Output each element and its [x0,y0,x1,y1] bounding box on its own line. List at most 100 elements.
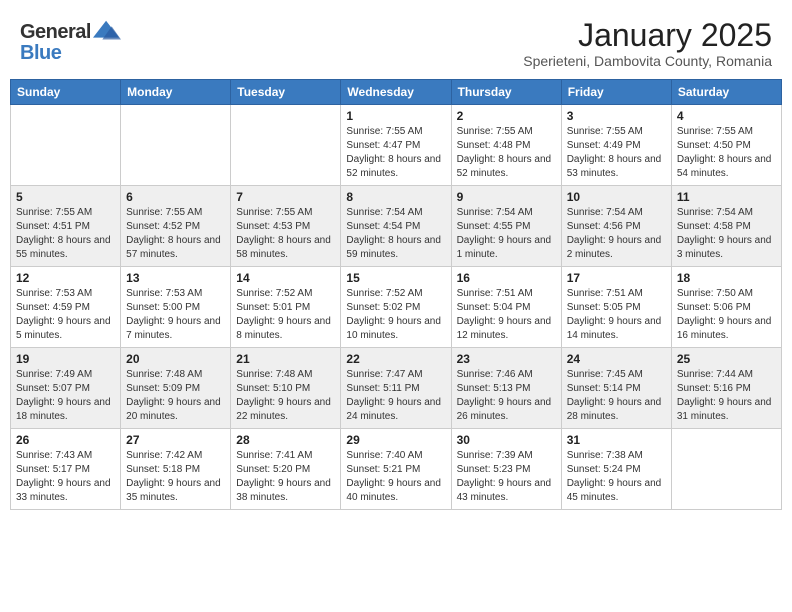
logo: General Blue [20,18,121,65]
day-info: Sunrise: 7:46 AM Sunset: 5:13 PM Dayligh… [457,368,556,424]
day-number: 7 [236,190,335,204]
table-row: 14 Sunrise: 7:52 AM Sunset: 5:01 PM Dayli… [231,267,341,348]
day-number: 2 [457,109,556,123]
table-row: 9 Sunrise: 7:54 AM Sunset: 4:55 PM Daylig… [451,186,561,267]
day-info: Sunrise: 7:52 AM Sunset: 5:01 PM Dayligh… [236,287,335,343]
day-info: Sunrise: 7:54 AM Sunset: 4:58 PM Dayligh… [677,206,776,262]
day-info: Sunrise: 7:39 AM Sunset: 5:23 PM Dayligh… [457,449,556,505]
header-friday: Friday [561,80,671,105]
day-number: 15 [346,271,445,285]
logo-general-text: General [20,21,91,44]
table-row [671,429,781,510]
day-info: Sunrise: 7:54 AM Sunset: 4:56 PM Dayligh… [567,206,666,262]
day-info: Sunrise: 7:51 AM Sunset: 5:05 PM Dayligh… [567,287,666,343]
table-row: 24 Sunrise: 7:45 AM Sunset: 5:14 PM Dayli… [561,348,671,429]
table-row: 7 Sunrise: 7:55 AM Sunset: 4:53 PM Daylig… [231,186,341,267]
day-number: 10 [567,190,666,204]
day-number: 8 [346,190,445,204]
day-number: 31 [567,433,666,447]
day-info: Sunrise: 7:50 AM Sunset: 5:06 PM Dayligh… [677,287,776,343]
table-row [121,105,231,186]
day-info: Sunrise: 7:53 AM Sunset: 5:00 PM Dayligh… [126,287,225,343]
table-row: 2 Sunrise: 7:55 AM Sunset: 4:48 PM Daylig… [451,105,561,186]
table-row: 21Sunrise: 7:48 AM Sunset: 5:10 PM Dayli… [231,348,341,429]
table-row: 16 Sunrise: 7:51 AM Sunset: 5:04 PM Dayli… [451,267,561,348]
table-row: 11Sunrise: 7:54 AM Sunset: 4:58 PM Dayli… [671,186,781,267]
table-row: 1Sunrise: 7:55 AM Sunset: 4:47 PM Daylig… [341,105,451,186]
table-row: 26 Sunrise: 7:43 AM Sunset: 5:17 PM Dayli… [11,429,121,510]
day-info: Sunrise: 7:54 AM Sunset: 4:54 PM Dayligh… [346,206,445,262]
day-info: Sunrise: 7:51 AM Sunset: 5:04 PM Dayligh… [457,287,556,343]
location-subtitle: Sperieteni, Dambovita County, Romania [523,53,772,69]
day-info: Sunrise: 7:48 AM Sunset: 5:09 PM Dayligh… [126,368,225,424]
header-monday: Monday [121,80,231,105]
calendar-week-row: 26 Sunrise: 7:43 AM Sunset: 5:17 PM Dayli… [11,429,782,510]
day-info: Sunrise: 7:49 AM Sunset: 5:07 PM Dayligh… [16,368,115,424]
day-info: Sunrise: 7:53 AM Sunset: 4:59 PM Dayligh… [16,287,115,343]
day-number: 26 [16,433,115,447]
day-number: 18 [677,271,776,285]
month-title: January 2025 [523,18,772,53]
logo-blue-text: Blue [20,42,61,65]
day-info: Sunrise: 7:55 AM Sunset: 4:47 PM Dayligh… [346,125,445,181]
day-number: 3 [567,109,666,123]
day-number: 24 [567,352,666,366]
day-info: Sunrise: 7:55 AM Sunset: 4:51 PM Dayligh… [16,206,115,262]
day-info: Sunrise: 7:54 AM Sunset: 4:55 PM Dayligh… [457,206,556,262]
calendar-week-row: 1Sunrise: 7:55 AM Sunset: 4:47 PM Daylig… [11,105,782,186]
day-number: 14 [236,271,335,285]
table-row: 6Sunrise: 7:55 AM Sunset: 4:52 PM Daylig… [121,186,231,267]
table-row: 29Sunrise: 7:40 AM Sunset: 5:21 PM Dayli… [341,429,451,510]
header-sunday: Sunday [11,80,121,105]
day-info: Sunrise: 7:55 AM Sunset: 4:48 PM Dayligh… [457,125,556,181]
table-row: 17 Sunrise: 7:51 AM Sunset: 5:05 PM Dayli… [561,267,671,348]
day-info: Sunrise: 7:55 AM Sunset: 4:53 PM Dayligh… [236,206,335,262]
day-number: 9 [457,190,556,204]
logo-icon [93,18,121,46]
page-header: General Blue January 2025 Sperieteni, Da… [10,10,782,75]
day-info: Sunrise: 7:45 AM Sunset: 5:14 PM Dayligh… [567,368,666,424]
table-row: 27 Sunrise: 7:42 AM Sunset: 5:18 PM Dayli… [121,429,231,510]
header-thursday: Thursday [451,80,561,105]
day-number: 16 [457,271,556,285]
table-row: 5Sunrise: 7:55 AM Sunset: 4:51 PM Daylig… [11,186,121,267]
day-number: 19 [16,352,115,366]
table-row: 30 Sunrise: 7:39 AM Sunset: 5:23 PM Dayli… [451,429,561,510]
table-row: 15Sunrise: 7:52 AM Sunset: 5:02 PM Dayli… [341,267,451,348]
day-info: Sunrise: 7:55 AM Sunset: 4:49 PM Dayligh… [567,125,666,181]
table-row [231,105,341,186]
day-info: Sunrise: 7:38 AM Sunset: 5:24 PM Dayligh… [567,449,666,505]
day-info: Sunrise: 7:47 AM Sunset: 5:11 PM Dayligh… [346,368,445,424]
table-row: 31 Sunrise: 7:38 AM Sunset: 5:24 PM Dayli… [561,429,671,510]
day-number: 17 [567,271,666,285]
table-row: 20 Sunrise: 7:48 AM Sunset: 5:09 PM Dayli… [121,348,231,429]
day-number: 20 [126,352,225,366]
day-number: 6 [126,190,225,204]
day-number: 22 [346,352,445,366]
day-number: 25 [677,352,776,366]
day-info: Sunrise: 7:43 AM Sunset: 5:17 PM Dayligh… [16,449,115,505]
day-number: 21 [236,352,335,366]
day-info: Sunrise: 7:42 AM Sunset: 5:18 PM Dayligh… [126,449,225,505]
table-row: 10 Sunrise: 7:54 AM Sunset: 4:56 PM Dayli… [561,186,671,267]
day-info: Sunrise: 7:41 AM Sunset: 5:20 PM Dayligh… [236,449,335,505]
table-row: 18 Sunrise: 7:50 AM Sunset: 5:06 PM Dayli… [671,267,781,348]
day-number: 30 [457,433,556,447]
day-number: 4 [677,109,776,123]
calendar-table: Sunday Monday Tuesday Wednesday Thursday… [10,79,782,510]
table-row: 28Sunrise: 7:41 AM Sunset: 5:20 PM Dayli… [231,429,341,510]
table-row: 12Sunrise: 7:53 AM Sunset: 4:59 PM Dayli… [11,267,121,348]
header-tuesday: Tuesday [231,80,341,105]
title-block: January 2025 Sperieteni, Dambovita Count… [523,18,772,69]
header-saturday: Saturday [671,80,781,105]
header-wednesday: Wednesday [341,80,451,105]
table-row: 19 Sunrise: 7:49 AM Sunset: 5:07 PM Dayli… [11,348,121,429]
day-info: Sunrise: 7:40 AM Sunset: 5:21 PM Dayligh… [346,449,445,505]
table-row: 4Sunrise: 7:55 AM Sunset: 4:50 PM Daylig… [671,105,781,186]
day-number: 27 [126,433,225,447]
calendar-week-row: 5Sunrise: 7:55 AM Sunset: 4:51 PM Daylig… [11,186,782,267]
table-row: 23Sunrise: 7:46 AM Sunset: 5:13 PM Dayli… [451,348,561,429]
table-row: 25Sunrise: 7:44 AM Sunset: 5:16 PM Dayli… [671,348,781,429]
weekday-header-row: Sunday Monday Tuesday Wednesday Thursday… [11,80,782,105]
table-row: 13Sunrise: 7:53 AM Sunset: 5:00 PM Dayli… [121,267,231,348]
